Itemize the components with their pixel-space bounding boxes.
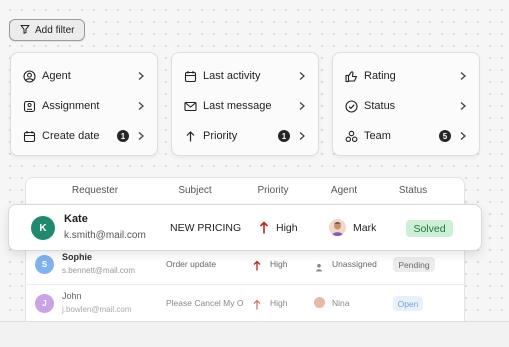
assignment-icon [23,100,36,113]
filter-card-outcome: Rating Status Team 5 [332,52,480,156]
filter-icon [20,24,30,37]
agent-avatar [314,297,325,308]
ticket-agent: Unassigned [332,259,377,269]
filter-count-badge: 1 [117,130,129,142]
calendar-icon [23,130,36,143]
priority-up-arrow-icon [253,258,261,276]
avatar: J [35,294,54,313]
filter-option-status[interactable]: Status [345,97,467,115]
chevron-right-icon [137,131,145,141]
add-filter-button[interactable]: Add filter [9,19,85,41]
chevron-right-icon [137,101,145,111]
filter-option-label: Last activity [203,70,261,82]
filter-option-last-activity[interactable]: Last activity [184,67,306,85]
mail-icon [184,100,197,113]
avatar: K [31,216,55,240]
thumbs-up-icon [345,70,358,83]
filter-option-assignment[interactable]: Assignment [23,97,145,115]
table-row-highlighted[interactable]: K Kate k.smith@mail.com NEW PRICING High… [8,204,482,251]
filter-option-label: Rating [364,70,396,82]
filter-option-label: Status [364,100,396,112]
filter-option-label: Create date [42,130,100,142]
team-icon [345,130,358,143]
ticket-agent: Mark [353,222,377,234]
priority-up-arrow-icon [253,297,261,315]
priority-up-arrow-icon [259,221,269,239]
add-filter-label: Add filter [35,24,75,36]
chevron-right-icon [298,131,306,141]
requester-name: Sophie [62,252,93,262]
unassigned-user-icon [315,259,323,277]
requester-name: John [62,291,82,301]
bottom-bar [0,321,509,347]
column-header-subject[interactable]: Subject [165,185,225,196]
filter-count-badge: 1 [278,130,290,142]
filter-count-badge: 5 [439,130,451,142]
ticket-subject: Please Cancel My O [166,298,244,308]
ticket-priority: High [270,298,288,308]
calendar-icon [184,70,197,83]
status-badge: Solved [406,220,453,237]
status-badge: Pending [393,257,435,272]
ticket-subject: NEW PRICING [170,222,242,234]
arrow-up-icon [184,130,197,143]
chevron-right-icon [459,131,467,141]
ticket-subject: Order update [166,259,217,269]
chevron-right-icon [298,71,306,81]
filter-option-team[interactable]: Team 5 [345,127,467,145]
filter-option-label: Assignment [42,100,100,112]
filter-card-activity: Last activity Last message Priority 1 [171,52,319,156]
chevron-right-icon [459,71,467,81]
filter-option-last-message[interactable]: Last message [184,97,306,115]
column-header-priority[interactable]: Priority [247,185,299,196]
requester-email: j.bowlen@mail.com [62,305,132,314]
filter-option-rating[interactable]: Rating [345,67,467,85]
filter-option-label: Last message [203,100,272,112]
column-header-status[interactable]: Status [389,185,437,196]
requester-email: k.smith@mail.com [64,230,146,241]
chevron-right-icon [459,101,467,111]
filter-card-people: Agent Assignment Create date 1 [10,52,158,156]
row-divider [25,284,465,285]
ticket-priority: High [276,222,298,234]
column-header-agent[interactable]: Agent [322,185,366,196]
ticket-priority: High [270,259,288,269]
avatar: S [35,255,54,274]
status-badge: Open [393,296,423,311]
filter-option-label: Team [364,130,391,142]
chevron-right-icon [298,101,306,111]
check-circle-icon [345,99,358,113]
requester-email: s.bennett@mail.com [62,266,136,275]
ticket-agent: Nina [332,298,350,308]
user-circle-icon [23,69,36,83]
filter-option-label: Priority [203,130,238,142]
column-header-requester[interactable]: Requester [60,185,130,196]
filter-option-label: Agent [42,70,71,82]
filter-option-agent[interactable]: Agent [23,67,145,85]
filter-option-create-date[interactable]: Create date 1 [23,127,145,145]
chevron-right-icon [137,71,145,81]
requester-name: Kate [64,213,88,225]
filter-option-priority[interactable]: Priority 1 [184,127,306,145]
agent-avatar [329,219,346,236]
